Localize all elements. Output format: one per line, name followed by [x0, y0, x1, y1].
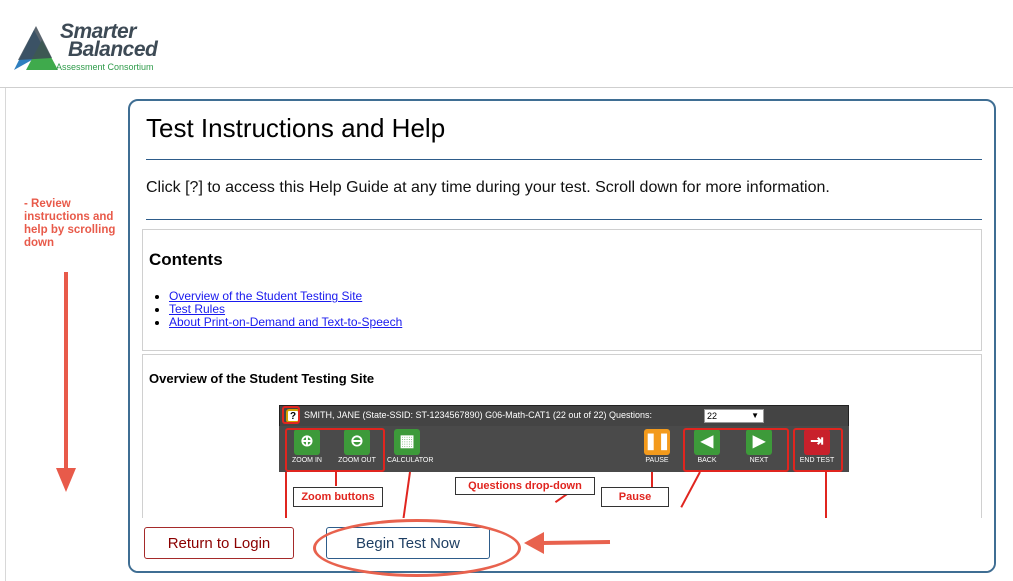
- link-overview[interactable]: Overview of the Student Testing Site: [169, 289, 362, 303]
- logo-text-balanced: Balanced: [68, 38, 158, 61]
- help-panel: Test Instructions and Help Click [?] to …: [128, 99, 996, 573]
- calculator-icon: ▦: [394, 429, 420, 455]
- smarter-balanced-logo: Smarter Balanced Assessment Consortium: [12, 16, 182, 78]
- callout-line-calculator: [402, 471, 411, 518]
- pause-icon: ❚❚: [644, 429, 671, 455]
- logo-triangles-icon: [14, 26, 58, 70]
- calculator-label: CALCULATOR: [387, 457, 434, 464]
- return-to-login-button[interactable]: Return to Login: [144, 527, 294, 559]
- screenshot-question-select: 22 ▼: [704, 409, 764, 423]
- chevron-down-icon: ▼: [751, 411, 759, 420]
- overview-section: Overview of the Student Testing Site ? S…: [142, 354, 982, 518]
- contents-heading: Contents: [149, 250, 223, 269]
- callout-box-help: [282, 406, 300, 424]
- intro-text: Click [?] to access this Help Guide at a…: [146, 179, 830, 196]
- callout-pause: Pause: [601, 487, 669, 507]
- begin-test-now-button[interactable]: Begin Test Now: [326, 527, 490, 559]
- testing-site-screenshot: ? SMITH, JANE (State-SSID: ST-1234567890…: [279, 405, 849, 518]
- pause-label: PAUSE: [645, 457, 669, 464]
- site-header: Smarter Balanced Assessment Consortium: [0, 0, 1013, 88]
- callout-line-end: [825, 472, 827, 518]
- list-item: About Print-on-Demand and Text-to-Speech: [169, 316, 402, 329]
- callout-line-help: [285, 472, 287, 518]
- link-print-on-demand[interactable]: About Print-on-Demand and Text-to-Speech: [169, 315, 402, 329]
- contents-section: Contents Overview of the Student Testing…: [142, 229, 982, 351]
- callout-questions-dropdown: Questions drop-down: [455, 477, 595, 495]
- left-divider: [5, 88, 6, 581]
- callout-line-pause: [651, 472, 653, 488]
- overview-heading: Overview of the Student Testing Site: [149, 371, 375, 386]
- pause-tool: ❚❚ PAUSE: [637, 429, 677, 469]
- callout-box-end: [793, 428, 843, 472]
- page-title: Test Instructions and Help: [146, 113, 446, 143]
- contents-list: Overview of the Student Testing Site Tes…: [169, 290, 402, 329]
- calculator-tool: ▦ CALCULATOR: [387, 429, 434, 469]
- annotation-review-text: - Review instructions and help by scroll…: [24, 198, 116, 249]
- callout-zoom-buttons: Zoom buttons: [293, 487, 383, 507]
- logo-text-consortium: Assessment Consortium: [56, 62, 154, 72]
- callout-box-nav: [683, 428, 789, 472]
- callout-box-zoom: [285, 428, 385, 472]
- intro-rule: [146, 219, 982, 220]
- annotation-left-arrow: [524, 532, 611, 554]
- callout-line-nav: [680, 471, 701, 508]
- screenshot-status-text: SMITH, JANE (State-SSID: ST-1234567890) …: [304, 410, 652, 420]
- screenshot-question-value: 22: [707, 411, 718, 421]
- title-rule: [146, 159, 982, 160]
- annotation-down-arrow: [56, 272, 76, 492]
- callout-line-zoom: [335, 472, 337, 486]
- link-test-rules[interactable]: Test Rules: [169, 302, 225, 316]
- screenshot-status-bar: ? SMITH, JANE (State-SSID: ST-1234567890…: [279, 405, 849, 427]
